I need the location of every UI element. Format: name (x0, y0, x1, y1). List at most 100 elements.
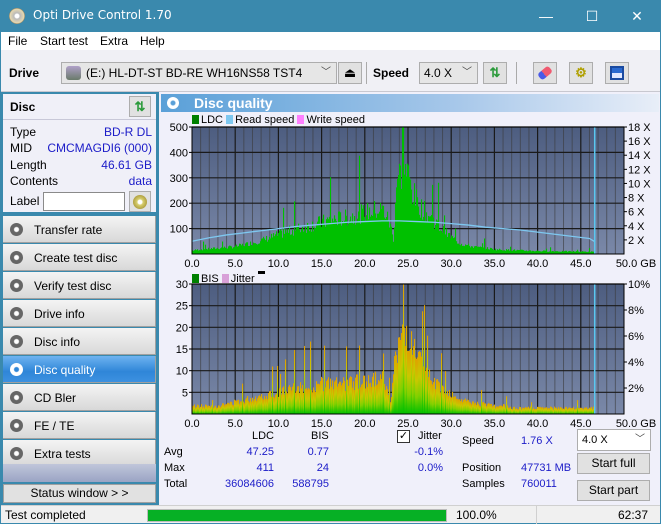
bis-bar (236, 400, 238, 414)
ldc-bar (217, 247, 219, 254)
menu-help[interactable]: Help (140, 34, 165, 48)
bis-bar (389, 377, 391, 414)
ldc-bar (400, 165, 402, 254)
ldc-bar (232, 248, 234, 254)
save-button[interactable] (605, 62, 629, 84)
status-window-button[interactable]: Status window > > (3, 484, 156, 503)
bis-bar (588, 408, 590, 414)
disc-refresh-button[interactable]: ⇅ (129, 96, 151, 117)
ldc-bar (272, 237, 274, 254)
ldc-bar (472, 246, 474, 254)
x-tick-label: 40.0 (527, 418, 548, 427)
bis-bar (560, 407, 562, 414)
refresh-button[interactable]: ⇅ (483, 62, 507, 84)
bis-bar (552, 407, 554, 414)
status-bar: Test completed 100.0% 62:37 (1, 505, 660, 524)
ldc-bar (422, 219, 424, 254)
y-tick-label-right: 2 X (628, 235, 645, 247)
bis-bar (325, 387, 327, 414)
bis-bar (579, 408, 581, 414)
ldc-bar (406, 176, 408, 254)
bis-bar (384, 384, 386, 414)
bis-bar (408, 351, 410, 414)
menu-start-test[interactable]: Start test (40, 34, 88, 48)
bis-bar (514, 406, 516, 414)
menu-file[interactable]: File (8, 34, 27, 48)
bis-bar (202, 407, 204, 414)
drive-select[interactable]: (E:) HL-DT-ST BD-RE WH16NS58 TST4 ﹀ (61, 62, 337, 84)
nav-verify-test-disc[interactable]: Verify test disc (3, 272, 156, 299)
bis-bar (453, 396, 455, 414)
toolbar-separator (516, 62, 517, 84)
maximize-button[interactable]: ☐ (569, 0, 615, 32)
ldc-bar (229, 245, 231, 254)
nav-disc-info[interactable]: Disc info (3, 328, 156, 355)
ldc-bar (306, 232, 308, 254)
ldc-bar (197, 249, 199, 254)
bis-bar (411, 331, 413, 414)
ldc-bar (357, 218, 359, 254)
nav-disc-quality[interactable]: Disc quality (3, 356, 156, 383)
bis-bar (553, 409, 555, 414)
bis-bar (383, 353, 385, 414)
jitter-checkbox[interactable]: ✓ (397, 430, 410, 443)
nav-transfer-rate[interactable]: Transfer rate (3, 216, 156, 243)
ldc-bar (470, 247, 472, 254)
ldc-bar (329, 216, 331, 254)
ldc-bar (492, 248, 494, 254)
bis-bar (541, 407, 543, 414)
bis-bar (319, 384, 321, 414)
ldc-chart: 0.0 5.0 10.0 15.0 20.0 25.0 30.0 35.0 40.0 45.0 50… (170, 122, 657, 270)
ldc-bar (353, 223, 355, 254)
bis-bar (374, 386, 376, 414)
ldc-bar (320, 224, 322, 254)
settings-button[interactable]: ⚙ (569, 62, 593, 84)
bis-bar (378, 379, 380, 414)
ldc-bar (446, 228, 448, 254)
nav-fe-te[interactable]: FE / TE (3, 412, 156, 439)
ldc-bar (399, 163, 401, 254)
disc-label-input[interactable] (43, 192, 125, 211)
ldc-bar (250, 241, 252, 254)
bis-bar (465, 398, 467, 414)
test-speed-select[interactable]: 4.0 X ﹀ (577, 429, 651, 451)
bis-bar (266, 396, 268, 414)
minimize-button[interactable]: — (523, 0, 569, 32)
ldc-bar (238, 246, 240, 254)
bis-bar (539, 407, 541, 414)
bis-bar (292, 386, 294, 414)
bis-bar (574, 409, 576, 414)
y-tick-label-right: 18 X (628, 122, 651, 134)
toolbar: Drive (E:) HL-DT-ST BD-RE WH16NS58 TST4 … (1, 50, 660, 92)
start-full-button[interactable]: Start full (577, 453, 650, 474)
ldc-bar (379, 211, 381, 254)
nav-extra-tests[interactable]: Extra tests (3, 440, 156, 467)
bis-bar (222, 403, 224, 414)
nav-create-test-disc[interactable]: Create test disc (3, 244, 156, 271)
start-part-button[interactable]: Start part (577, 480, 650, 501)
stats-total-label: Total (164, 478, 188, 490)
ldc-bar (215, 249, 217, 254)
bis-bar (216, 407, 218, 414)
disc-label-button[interactable] (129, 191, 151, 212)
eject-button[interactable]: ⏏ (338, 62, 362, 84)
nav-drive-info[interactable]: Drive info (3, 300, 156, 327)
ldc-bar (245, 243, 247, 254)
bis-bar (532, 409, 534, 414)
ldc-bar (489, 249, 491, 254)
bis-bar (436, 379, 438, 414)
disc-type-row: Type BD-R DL (10, 125, 152, 141)
bis-bar (496, 406, 498, 414)
ldc-bar (209, 249, 211, 254)
nav-cd-bler[interactable]: CD Bler (3, 384, 156, 411)
ldc-bar (288, 232, 290, 254)
bis-bar (566, 407, 568, 414)
bis-bar (256, 400, 258, 414)
erase-button[interactable] (533, 62, 557, 84)
ldc-bar (324, 223, 326, 254)
close-button[interactable]: ✕ (614, 0, 660, 32)
menu-extra[interactable]: Extra (100, 34, 128, 48)
bis-bar (288, 386, 290, 414)
ldc-bar (424, 200, 426, 254)
speed-select[interactable]: 4.0 X ﹀ (419, 62, 478, 84)
